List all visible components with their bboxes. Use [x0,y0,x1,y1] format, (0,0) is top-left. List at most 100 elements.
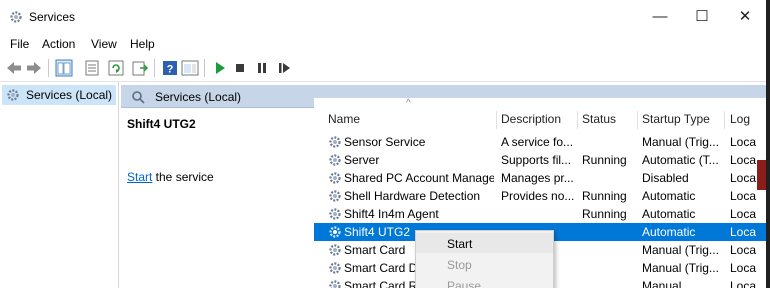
services-gear-icon [10,11,22,23]
table-row[interactable]: Shell Hardware Detection Provides no... Ru… [314,187,766,205]
column-header-name[interactable]: Name [328,112,360,126]
console-tree-pane: Services (Local) [0,82,119,288]
context-menu-pause-label: Pause [447,279,482,288]
toolbar-separator [48,59,49,77]
pause-service-icon[interactable] [253,59,271,77]
start-service-play-icon[interactable] [211,59,229,77]
column-header-description[interactable]: Description [501,112,561,126]
context-menu-start[interactable]: Start [416,233,553,253]
service-description-cell: A service fo... [501,135,574,149]
service-gear-icon [329,208,341,220]
window-title: Services [29,10,76,24]
background-strip [766,0,770,288]
service-name-cell: Shift4 In4m Agent [344,207,439,221]
toolbar-separator [204,59,205,77]
maximize-button[interactable]: ☐ [682,4,722,30]
service-log-on-cell: Loca [730,135,757,149]
menu-bar: File Action View Help [0,34,766,54]
export-list-icon[interactable] [131,59,149,77]
refresh-icon[interactable] [107,59,125,77]
service-gear-icon [329,190,341,202]
service-log-on-cell: Loca [730,225,757,239]
column-header-status[interactable]: Status [582,112,616,126]
service-startup-type-cell: Manual (Trig... [642,261,719,275]
services-gear-icon [7,89,19,101]
service-name-cell: Sensor Service [344,135,426,149]
service-startup-type-cell: Manual (Trig... [642,135,719,149]
context-menu: Start Stop Pause [415,230,554,288]
help-icon[interactable]: ? [161,59,179,77]
service-startup-type-cell: Automatic [642,207,696,221]
context-menu-stop-label: Stop [447,258,472,272]
menu-action[interactable]: Action [42,37,75,51]
service-description-cell: Supports fil... [501,153,572,167]
forward-arrow-icon[interactable] [25,59,43,77]
service-status-cell: Running [582,153,627,167]
service-gear-icon [329,154,341,166]
tree-item-label: Services (Local) [26,88,113,102]
table-row[interactable]: Server Supports fil... Running Automatic (T… [314,151,766,169]
column-divider[interactable] [577,111,578,129]
context-menu-pause[interactable]: Pause [416,275,553,288]
services-window: Services — ☐ ✕ File Action View Help ? S… [0,0,766,288]
service-startup-type-cell: Manual [642,279,682,288]
table-row[interactable]: Shift4 In4m Agent Running Automatic Loca [314,205,766,223]
service-name-cell: Shell Hardware Detection [344,189,481,203]
resume-service-icon[interactable] [275,59,293,77]
properties-sheet-icon[interactable] [83,59,101,77]
service-gear-icon [329,172,341,184]
context-menu-start-label: Start [447,237,473,251]
service-startup-type-cell: Disabled [642,171,689,185]
service-log-on-cell: Loca [730,261,757,275]
service-gear-icon [329,136,341,148]
column-divider[interactable] [724,111,725,129]
service-startup-type-cell: Automatic (T... [642,153,719,167]
service-description-cell: Manages pr... [501,171,574,185]
service-name-cell: Server [344,153,380,167]
service-gear-icon [329,244,341,256]
service-status-cell: Running [582,189,627,203]
service-description-cell: Provides no... [501,189,575,203]
menu-file[interactable]: File [10,37,29,51]
service-startup-type-cell: Manual (Trig... [642,243,719,257]
service-log-on-cell: Loca [730,279,757,288]
close-button[interactable]: ✕ [725,4,765,30]
selected-service-title: Shift4 UTG2 [127,117,196,131]
menu-help[interactable]: Help [130,37,155,51]
show-hide-console-tree-icon[interactable] [55,59,73,77]
table-row[interactable]: Shared PC Account Manager Manages pr... Di… [314,169,766,187]
service-log-on-cell: Loca [730,189,757,203]
service-startup-type-cell: Automatic [642,225,696,239]
service-gear-icon [329,280,341,288]
toolbar: ? [0,55,766,82]
svg-text:?: ? [167,64,174,76]
service-name-cell: Shared PC Account Manager [344,171,494,185]
tree-item-services-local[interactable]: Services (Local) [2,85,116,105]
service-gear-icon [329,262,341,274]
minimize-button[interactable]: — [640,4,680,30]
start-service-text: Start the service [127,170,214,184]
back-arrow-icon[interactable] [5,59,23,77]
column-header-log-on-as[interactable]: Log [730,112,750,126]
service-log-on-cell: Loca [730,207,757,221]
search-magnifier-icon [132,91,145,104]
start-service-suffix: the service [152,170,214,184]
column-divider[interactable] [496,111,497,129]
table-row[interactable]: Sensor Service A service fo... Manual (Tri… [314,133,766,151]
menu-view[interactable]: View [91,37,117,51]
service-startup-type-cell: Automatic [642,189,696,203]
context-menu-stop[interactable]: Stop [416,254,553,274]
service-log-on-cell: Loca [730,243,757,257]
toolbar-separator [154,59,155,77]
pane-header-title: Services (Local) [155,90,242,104]
start-service-link[interactable]: Start [127,170,152,184]
show-action-pane-icon[interactable] [181,59,199,77]
column-divider[interactable] [637,111,638,129]
sort-ascending-indicator: ^ [406,98,411,109]
extended-description-panel: Shift4 UTG2 Start the service [121,108,321,288]
stop-service-icon[interactable] [231,59,249,77]
column-header-startup-type[interactable]: Startup Type [642,112,710,126]
background-red-mark [757,160,766,190]
service-gear-icon [329,226,341,238]
title-bar: Services — ☐ ✕ [0,0,766,34]
